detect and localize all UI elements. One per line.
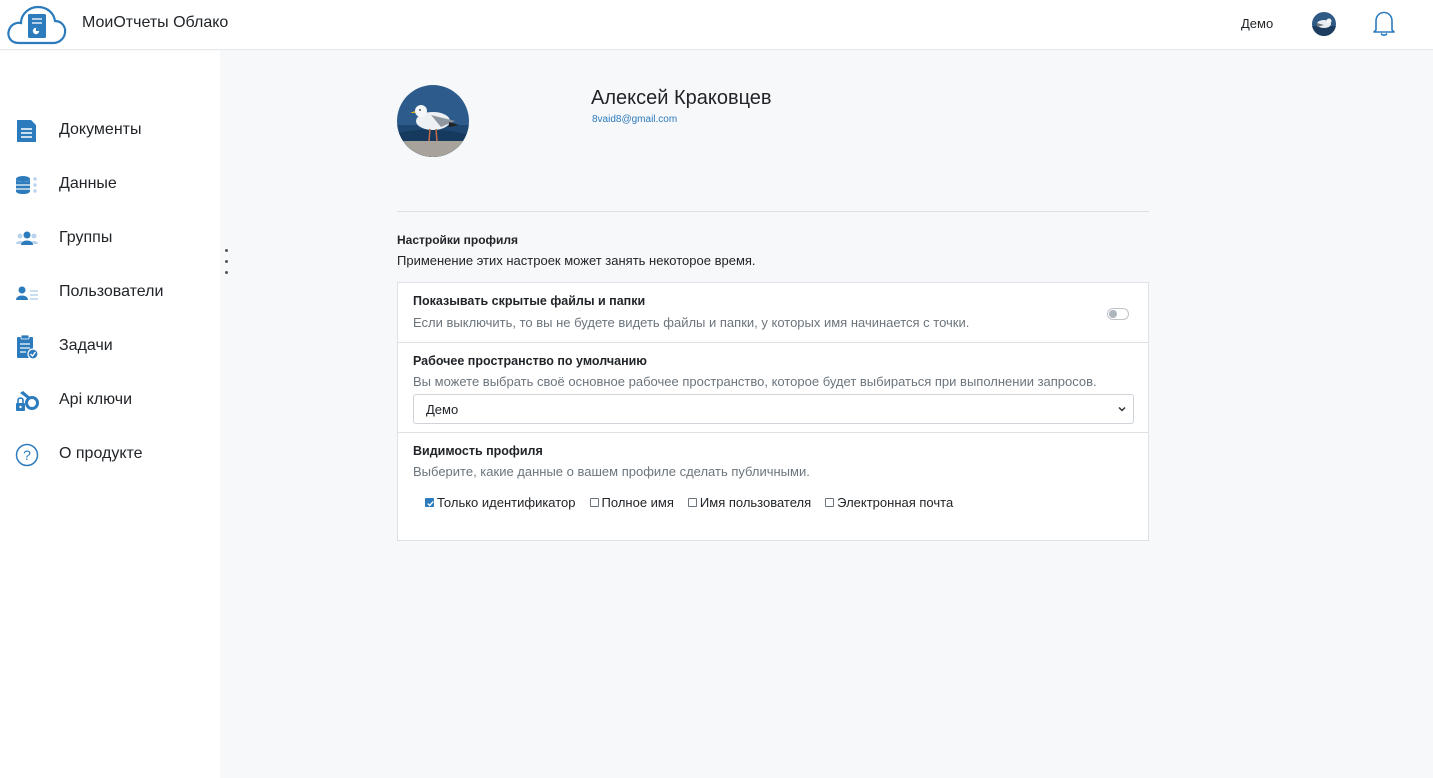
checkbox[interactable] xyxy=(687,498,697,507)
sidebar-item-groups[interactable]: Группы xyxy=(0,218,220,258)
checkbox-checked[interactable] xyxy=(425,498,434,507)
top-bar: МоиОтчеты Облако Демо xyxy=(0,0,1433,50)
settings-title: Настройки профиля xyxy=(397,233,519,247)
group-icon xyxy=(16,231,38,245)
sidebar-resize-handle[interactable] xyxy=(222,246,232,282)
sidebar-item-label: Документы xyxy=(59,121,142,138)
profile-name: Алексей Краковцев xyxy=(591,87,772,109)
settings-card: Показывать скрытые файлы и папки Если вы… xyxy=(397,282,1149,541)
visibility-option-full-name[interactable]: Полное имя xyxy=(589,495,674,510)
setting-title: Видимость профиля xyxy=(413,444,543,458)
setting-description: Вы можете выбрать своё основное рабочее … xyxy=(413,374,1097,389)
chevron-down-icon xyxy=(1118,406,1126,412)
visibility-option-email[interactable]: Электронная почта xyxy=(825,495,953,510)
tasks-icon xyxy=(17,334,39,360)
setting-description: Если выключить, то вы не будете видеть ф… xyxy=(413,315,970,330)
checkbox[interactable] xyxy=(589,498,599,507)
checkbox-label: Полное имя xyxy=(601,495,674,510)
sidebar-item-label: О продукте xyxy=(59,445,143,462)
sidebar-item-users[interactable]: Пользователи xyxy=(0,272,220,312)
setting-description: Выберите, какие данные о вашем профиле с… xyxy=(413,464,810,479)
app-title: МоиОтчеты Облако xyxy=(82,14,229,31)
sidebar-item-about[interactable]: ? О продукте xyxy=(0,434,220,474)
cloud-logo-icon[interactable] xyxy=(5,3,67,47)
checkbox-label: Имя пользователя xyxy=(699,495,812,510)
users-icon xyxy=(16,286,38,300)
visibility-option-id-only[interactable]: Только идентификатор xyxy=(425,495,576,510)
profile-avatar[interactable] xyxy=(397,85,469,157)
select-value: Демо xyxy=(426,402,459,417)
profile-visibility-setting: Видимость профиля Выберите, какие данные… xyxy=(398,433,1148,540)
document-icon xyxy=(17,120,36,142)
sidebar-item-label: Задачи xyxy=(59,337,113,354)
sidebar: Документы Данные Группы Пользователи Зад… xyxy=(0,51,220,778)
help-icon: ? xyxy=(15,443,39,467)
default-workspace-select[interactable]: Демо xyxy=(413,394,1134,424)
sidebar-item-data[interactable]: Данные xyxy=(0,164,220,204)
visibility-options: Только идентификатор Полное имя Имя поль… xyxy=(425,495,967,510)
settings-subtitle: Применение этих настроек может занять не… xyxy=(397,253,756,268)
bell-icon[interactable] xyxy=(1369,8,1399,38)
sidebar-item-documents[interactable]: Документы xyxy=(0,110,220,150)
hidden-files-toggle[interactable] xyxy=(1107,308,1129,320)
sidebar-item-tasks[interactable]: Задачи xyxy=(0,326,220,366)
api-keys-icon xyxy=(16,391,39,411)
sidebar-item-label: Пользователи xyxy=(59,283,164,300)
checkbox[interactable] xyxy=(825,498,835,507)
toggle-knob xyxy=(1109,310,1117,318)
divider xyxy=(397,211,1149,212)
user-avatar[interactable] xyxy=(1312,12,1336,36)
checkbox-label: Электронная почта xyxy=(837,495,954,510)
hidden-files-setting: Показывать скрытые файлы и папки Если вы… xyxy=(398,283,1148,343)
sidebar-item-label: Api ключи xyxy=(59,391,133,408)
default-workspace-setting: Рабочее пространство по умолчанию Вы мож… xyxy=(398,343,1148,433)
setting-title: Рабочее пространство по умолчанию xyxy=(413,354,647,368)
setting-title: Показывать скрытые файлы и папки xyxy=(413,294,646,308)
visibility-option-username[interactable]: Имя пользователя xyxy=(687,495,812,510)
svg-text:?: ? xyxy=(23,447,31,463)
checkbox-label: Только идентификатор xyxy=(437,495,576,510)
profile-email[interactable]: 8vaid8@gmail.com xyxy=(592,114,677,125)
sidebar-item-label: Группы xyxy=(59,229,113,246)
sidebar-item-api-keys[interactable]: Api ключи xyxy=(0,380,220,420)
database-icon xyxy=(16,176,37,194)
current-workspace[interactable]: Демо xyxy=(1241,16,1273,31)
sidebar-item-label: Данные xyxy=(59,175,117,192)
